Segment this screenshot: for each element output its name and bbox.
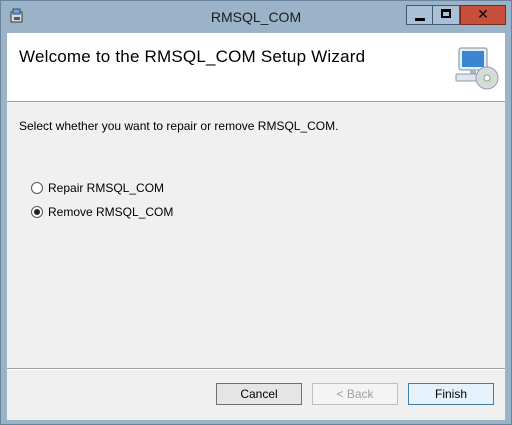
remove-label[interactable]: Remove RMSQL_COM bbox=[48, 205, 173, 219]
remove-radio[interactable] bbox=[31, 206, 43, 218]
repair-radio[interactable] bbox=[31, 182, 43, 194]
repair-option[interactable]: Repair RMSQL_COM bbox=[31, 180, 164, 196]
finish-button[interactable]: Finish bbox=[408, 383, 494, 405]
back-button: < Back bbox=[312, 383, 398, 405]
installer-icon[interactable] bbox=[9, 8, 25, 24]
repair-label[interactable]: Repair RMSQL_COM bbox=[48, 181, 164, 195]
maximize-button[interactable] bbox=[433, 5, 460, 25]
close-button[interactable]: ✕ bbox=[460, 5, 506, 25]
cancel-button[interactable]: Cancel bbox=[216, 383, 302, 405]
minimize-button[interactable] bbox=[406, 5, 433, 25]
footer-divider bbox=[7, 368, 505, 370]
window-title: RMSQL_COM bbox=[210, 9, 302, 25]
minimize-icon bbox=[415, 18, 425, 21]
setup-window: RMSQL_COM ✕ Welcome to the RMSQL_COM Set… bbox=[0, 0, 512, 425]
wizard-title: Welcome to the RMSQL_COM Setup Wizard bbox=[19, 47, 366, 66]
instruction-text: Select whether you want to repair or rem… bbox=[19, 119, 339, 133]
computer-cd-icon bbox=[455, 47, 499, 90]
maximize-icon bbox=[441, 9, 451, 18]
remove-option[interactable]: Remove RMSQL_COM bbox=[31, 204, 173, 220]
header-banner: Welcome to the RMSQL_COM Setup Wizard bbox=[7, 33, 505, 102]
dialog-client-area: Welcome to the RMSQL_COM Setup Wizard Se… bbox=[7, 33, 505, 420]
title-bar[interactable]: RMSQL_COM ✕ bbox=[1, 1, 511, 32]
close-icon: ✕ bbox=[477, 7, 489, 23]
